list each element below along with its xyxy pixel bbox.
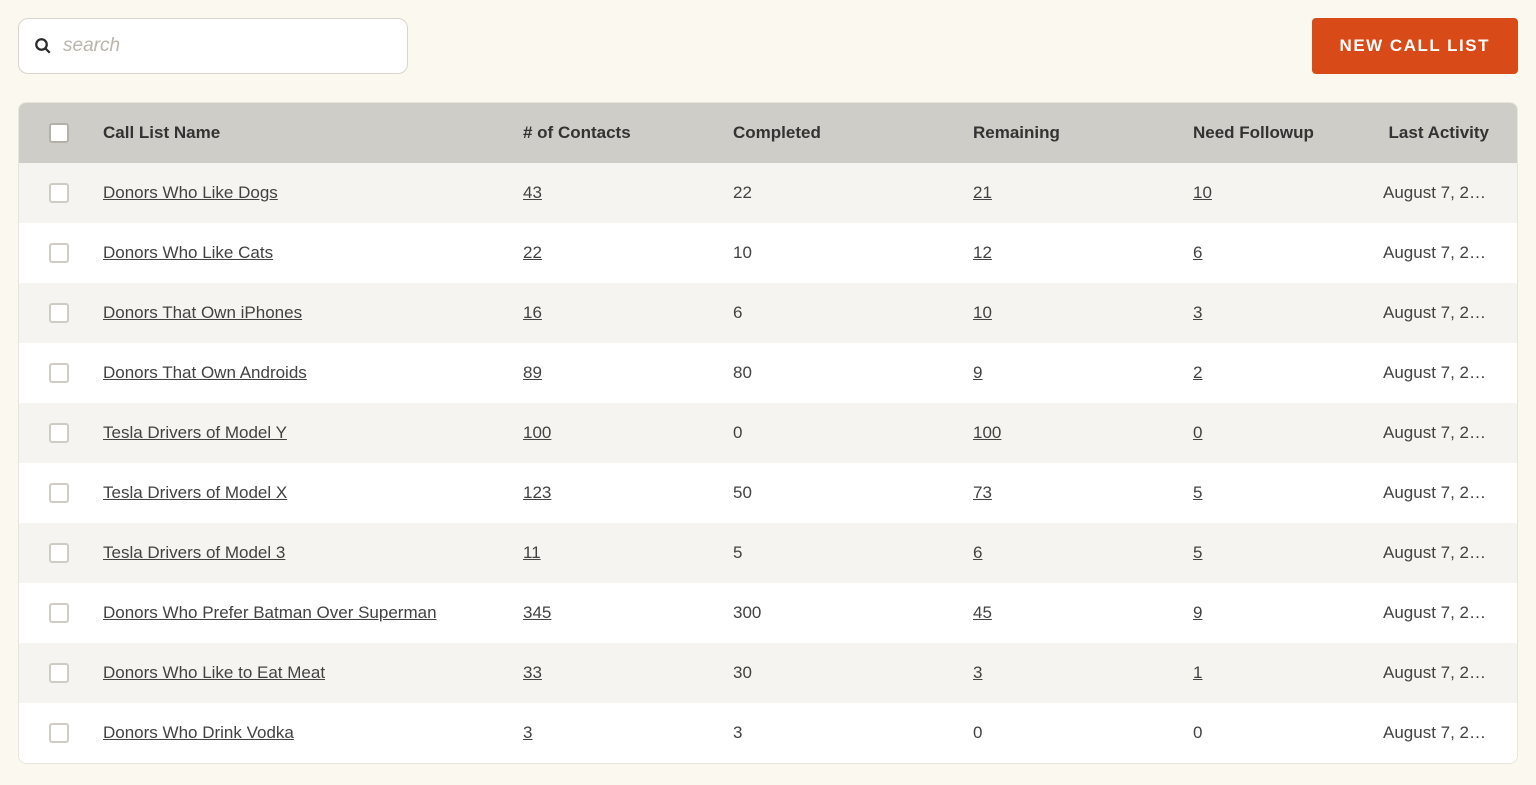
completed-count: 300 [733, 603, 761, 622]
contacts-count-link[interactable]: 123 [523, 483, 551, 502]
completed-count: 0 [733, 423, 742, 442]
remaining-count-link[interactable]: 6 [973, 543, 982, 562]
call-list-name-link[interactable]: Donors Who Like to Eat Meat [103, 663, 325, 682]
contacts-count-link[interactable]: 100 [523, 423, 551, 442]
completed-count: 30 [733, 663, 752, 682]
last-activity-date: August 7, 2018 [1383, 723, 1493, 742]
table-row: Donors Who Like Cats 22 10 12 6 August 7, 201… [19, 223, 1517, 283]
remaining-count-link[interactable]: 45 [973, 603, 992, 622]
call-list-name-link[interactable]: Tesla Drivers of Model X [103, 483, 287, 502]
last-activity-date: August 7, 2018 [1383, 483, 1493, 502]
completed-count: 22 [733, 183, 752, 202]
call-list-name-link[interactable]: Donors Who Drink Vodka [103, 723, 294, 742]
call-list-name-link[interactable]: Tesla Drivers of Model Y [103, 423, 287, 442]
call-list-name-link[interactable]: Donors That Own Androids [103, 363, 307, 382]
row-checkbox[interactable] [49, 483, 69, 503]
followup-count-link[interactable]: 10 [1193, 183, 1212, 202]
table-row: Donors Who Like Dogs 43 22 21 10 August 7, 20… [19, 163, 1517, 223]
row-checkbox[interactable] [49, 363, 69, 383]
row-checkbox[interactable] [49, 663, 69, 683]
contacts-count-link[interactable]: 3 [523, 723, 532, 742]
followup-count-link[interactable]: 0 [1193, 423, 1202, 442]
topbar: NEW CALL LIST [18, 18, 1518, 74]
remaining-count: 0 [973, 723, 982, 742]
row-checkbox[interactable] [49, 603, 69, 623]
last-activity-date: August 7, 2018 [1383, 363, 1493, 382]
contacts-count-link[interactable]: 11 [523, 543, 541, 562]
col-header-contacts: # of Contacts [519, 123, 729, 143]
remaining-count-link[interactable]: 10 [973, 303, 992, 322]
followup-count-link[interactable]: 5 [1193, 483, 1202, 502]
completed-count: 10 [733, 243, 752, 262]
row-checkbox[interactable] [49, 183, 69, 203]
col-header-followup: Need Followup [1189, 123, 1379, 143]
call-list-name-link[interactable]: Donors Who Prefer Batman Over Superman [103, 603, 437, 622]
search-icon [34, 37, 52, 55]
completed-count: 6 [733, 303, 742, 322]
completed-count: 3 [733, 723, 742, 742]
contacts-count-link[interactable]: 22 [523, 243, 542, 262]
contacts-count-link[interactable]: 345 [523, 603, 551, 622]
row-checkbox[interactable] [49, 303, 69, 323]
row-checkbox[interactable] [49, 423, 69, 443]
contacts-count-link[interactable]: 16 [523, 303, 542, 322]
select-all-checkbox[interactable] [49, 123, 69, 143]
table-row: Donors Who Prefer Batman Over Superman 34… [19, 583, 1517, 643]
followup-count-link[interactable]: 9 [1193, 603, 1202, 622]
contacts-count-link[interactable]: 43 [523, 183, 542, 202]
col-header-name: Call List Name [99, 123, 519, 143]
row-checkbox[interactable] [49, 243, 69, 263]
col-header-remaining: Remaining [969, 123, 1189, 143]
last-activity-date: August 7, 2018 [1383, 243, 1493, 262]
completed-count: 50 [733, 483, 752, 502]
remaining-count-link[interactable]: 100 [973, 423, 1001, 442]
followup-count-link[interactable]: 6 [1193, 243, 1202, 262]
remaining-count-link[interactable]: 73 [973, 483, 992, 502]
col-header-completed: Completed [729, 123, 969, 143]
search-wrap [18, 18, 408, 74]
new-call-list-button[interactable]: NEW CALL LIST [1312, 18, 1518, 74]
table-row: Tesla Drivers of Model X 123 50 73 5 August 7… [19, 463, 1517, 523]
followup-count-link[interactable]: 1 [1193, 663, 1202, 682]
last-activity-date: August 7, 2018 [1383, 423, 1493, 442]
call-list-name-link[interactable]: Tesla Drivers of Model 3 [103, 543, 285, 562]
last-activity-date: August 7, 2018 [1383, 183, 1493, 202]
call-list-name-link[interactable]: Donors Who Like Dogs [103, 183, 278, 202]
remaining-count-link[interactable]: 9 [973, 363, 982, 382]
last-activity-date: August 7, 2018 [1383, 543, 1493, 562]
table-header-row: Call List Name # of Contacts Completed R… [19, 103, 1517, 163]
followup-count-link[interactable]: 3 [1193, 303, 1202, 322]
contacts-count-link[interactable]: 89 [523, 363, 542, 382]
call-list-name-link[interactable]: Donors That Own iPhones [103, 303, 302, 322]
col-header-last-activity: Last Activity [1379, 123, 1493, 143]
followup-count: 0 [1193, 723, 1202, 742]
table-row: Tesla Drivers of Model 3 11 5 6 5 August 7, 2… [19, 523, 1517, 583]
call-list-name-link[interactable]: Donors Who Like Cats [103, 243, 273, 262]
remaining-count-link[interactable]: 3 [973, 663, 982, 682]
table-row: Donors That Own iPhones 16 6 10 3 August 7, 2… [19, 283, 1517, 343]
completed-count: 80 [733, 363, 752, 382]
row-checkbox[interactable] [49, 543, 69, 563]
table-row: Donors Who Drink Vodka 3 3 0 0 August 7, 2018 [19, 703, 1517, 763]
contacts-count-link[interactable]: 33 [523, 663, 542, 682]
search-input[interactable] [18, 18, 408, 74]
table-row: Tesla Drivers of Model Y 100 0 100 0 August 7… [19, 403, 1517, 463]
completed-count: 5 [733, 543, 742, 562]
last-activity-date: August 7, 2018 [1383, 603, 1493, 622]
remaining-count-link[interactable]: 21 [973, 183, 992, 202]
call-list-table: Call List Name # of Contacts Completed R… [18, 102, 1518, 764]
followup-count-link[interactable]: 2 [1193, 363, 1202, 382]
followup-count-link[interactable]: 5 [1193, 543, 1202, 562]
table-row: Donors Who Like to Eat Meat 33 30 3 1 August … [19, 643, 1517, 703]
last-activity-date: August 7, 2018 [1383, 663, 1493, 682]
table-row: Donors That Own Androids 89 80 9 2 August 7, … [19, 343, 1517, 403]
remaining-count-link[interactable]: 12 [973, 243, 992, 262]
row-checkbox[interactable] [49, 723, 69, 743]
last-activity-date: August 7, 2018 [1383, 303, 1493, 322]
